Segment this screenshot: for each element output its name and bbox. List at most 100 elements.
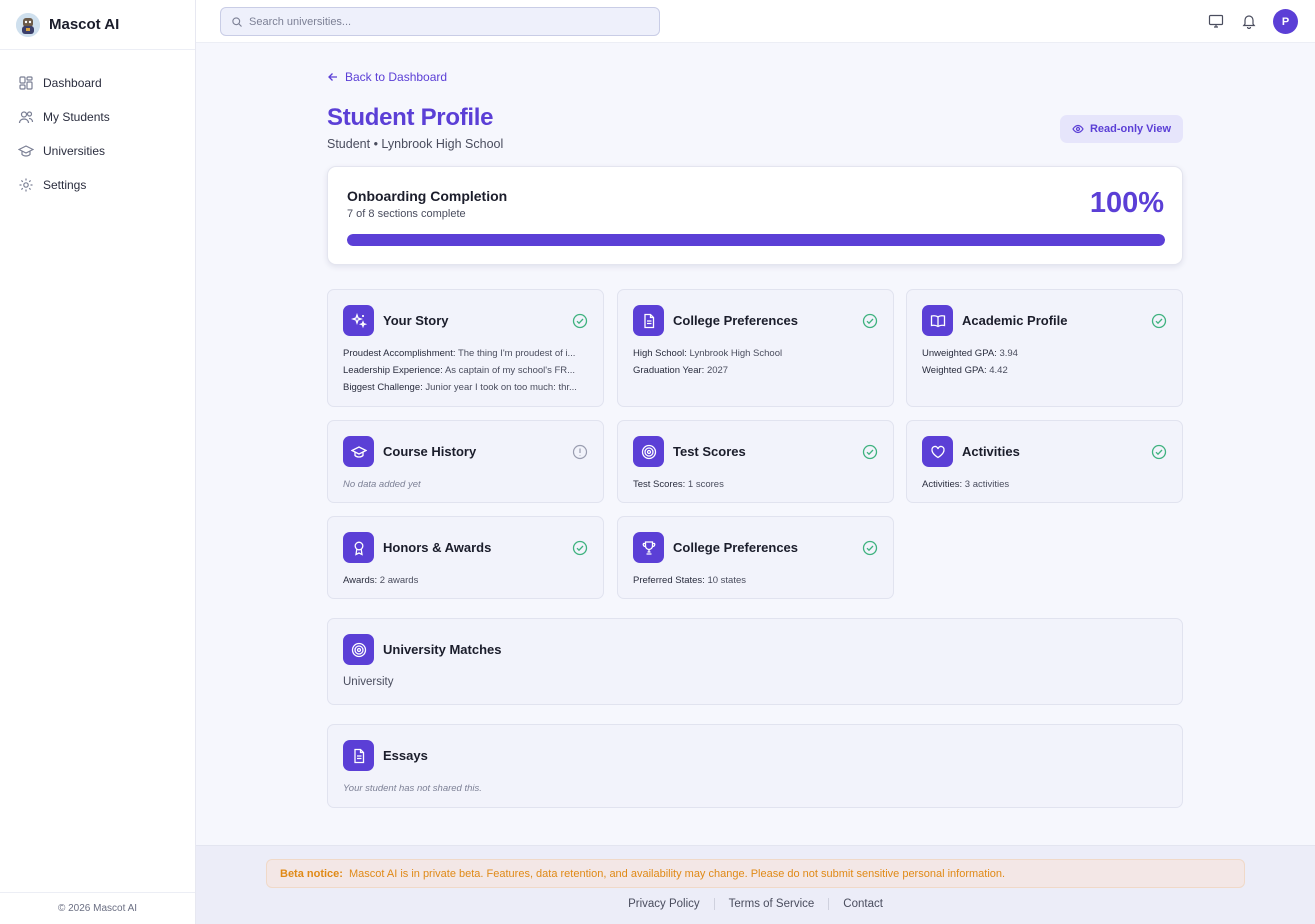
card-details: Proudest Accomplishment: The thing I'm p… [343,345,588,396]
mascot-logo-icon [16,12,40,37]
gear-icon [18,177,34,193]
essays-card[interactable]: Essays Your student has not shared this. [327,724,1183,808]
card-details: Activities: 3 activities [922,476,1167,493]
onboarding-progress-bar [347,234,1165,246]
card-title: College Preferences [673,540,799,555]
footer: Beta notice: Mascot AI is in private bet… [196,845,1315,924]
card-details: Preferred States: 10 states [633,572,878,589]
sidebar-item-label: My Students [43,110,110,124]
sidebar-item-label: Settings [43,178,87,192]
terms-of-service-link[interactable]: Terms of Service [729,898,815,910]
detail-value: Junior year I took on too much: thr... [425,382,577,393]
detail-value: 3 activities [964,479,1010,490]
sidebar-item-label: Universities [43,144,106,158]
sidebar-item-settings[interactable]: Settings [0,168,195,202]
heart-icon [922,436,953,467]
sidebar-item-label: Dashboard [43,76,102,90]
card-title: Essays [383,748,428,763]
detail-line: Unweighted GPA: 3.94 [922,345,1167,362]
your-story-card[interactable]: Your Story Proudest Accomplishment: The … [327,289,604,407]
course-history-card[interactable]: Course History No data added yet [327,420,604,503]
read-only-label: Read-only View [1089,123,1172,135]
card-title: Your Story [383,313,449,328]
avatar[interactable]: P [1273,9,1298,34]
detail-value: 2 awards [379,575,419,586]
onboarding-percent: 100% [1089,187,1164,219]
book-open-icon [922,305,953,336]
detail-key: Proudest Accomplishment: [343,348,456,359]
detail-line: Activities: 3 activities [922,476,1167,493]
empty-state: Your student has not shared this. [343,783,482,794]
search-bar[interactable] [220,7,660,36]
search-input[interactable] [249,15,649,28]
bell-icon[interactable] [1241,13,1257,29]
detail-key: Biggest Challenge: [343,382,423,393]
detail-value: Lynbrook High School [689,348,783,359]
footer-links: Privacy Policy Terms of Service Contact [196,898,1315,910]
honors-awards-card[interactable]: Honors & Awards Awards: 2 awards [327,516,604,599]
card-details: No data added yet [343,476,588,493]
card-details: University [343,676,1167,688]
detail-line: Weighted GPA: 4.42 [922,362,1167,379]
users-icon [18,109,34,125]
app-name: Mascot AI [49,16,120,33]
graduation-cap-icon [343,436,374,467]
sidebar-item-dashboard[interactable]: Dashboard [0,66,195,100]
back-label: Back to Dashboard [345,70,448,84]
sidebar: Mascot AI Dashboard My Students Universi… [0,0,196,924]
detail-line: Graduation Year: 2027 [633,362,878,379]
detail-key: Awards: [343,575,378,586]
detail-line: Preferred States: 10 states [633,572,878,589]
empty-state: No data added yet [343,479,421,490]
detail-key: Weighted GPA: [922,365,987,376]
detail-key: Graduation Year: [633,365,705,376]
beta-text: Mascot AI is in private beta. Features, … [348,867,1006,880]
divider [713,898,715,910]
card-title: Academic Profile [962,313,1068,328]
detail-line: Test Scores: 1 scores [633,476,878,493]
detail-line: High School: Lynbrook High School [633,345,878,362]
activities-card[interactable]: Activities Activities: 3 activities [906,420,1183,503]
trophy-icon [633,532,664,563]
detail-key: High School: [633,348,687,359]
check-circle-icon [862,313,878,329]
dashboard-icon [18,75,34,91]
detail-line: Proudest Accomplishment: The thing I'm p… [343,345,588,362]
detail-value: 3.94 [999,348,1018,359]
privacy-policy-link[interactable]: Privacy Policy [628,898,700,910]
detail-line: Awards: 2 awards [343,572,588,589]
check-circle-icon [572,313,588,329]
sidebar-item-my-students[interactable]: My Students [0,100,195,134]
check-circle-icon [1151,444,1167,460]
card-details: Test Scores: 1 scores [633,476,878,493]
college-preferences-card-2[interactable]: College Preferences Preferred States: 10… [617,516,894,599]
college-preferences-card[interactable]: College Preferences High School: Lynbroo… [617,289,894,407]
back-to-dashboard-link[interactable]: Back to Dashboard [327,70,447,84]
beta-label: Beta notice: [280,867,343,880]
document-icon [633,305,664,336]
page-title: Student Profile [327,104,494,131]
search-icon [231,16,243,28]
page-subtitle: Student • Lynbrook High School [327,137,504,151]
brand[interactable]: Mascot AI [0,0,195,50]
university-matches-card[interactable]: University Matches University [327,618,1183,705]
card-details: Awards: 2 awards [343,572,588,589]
detail-value: 4.42 [989,365,1008,376]
sidebar-item-universities[interactable]: Universities [0,134,195,168]
read-only-badge: Read-only View [1060,115,1183,143]
card-title: College Preferences [673,313,799,328]
test-scores-card[interactable]: Test Scores Test Scores: 1 scores [617,420,894,503]
academic-profile-card[interactable]: Academic Profile Unweighted GPA: 3.94 We… [906,289,1183,407]
sidebar-nav: Dashboard My Students Universities Setti… [0,50,195,202]
detail-line: Biggest Challenge: Junior year I took on… [343,379,588,396]
onboarding-progress-fill [347,234,1165,246]
onboarding-summary: 7 of 8 sections complete [347,208,466,220]
onboarding-title: Onboarding Completion [347,188,508,204]
monitor-icon[interactable] [1208,13,1224,29]
detail-value: 2027 [706,365,729,376]
detail-value: The thing I'm proudest of i... [457,348,576,359]
detail-key: Unweighted GPA: [922,348,997,359]
card-details: Unweighted GPA: 3.94 Weighted GPA: 4.42 [922,345,1167,379]
card-details: High School: Lynbrook High School Gradua… [633,345,878,379]
contact-link[interactable]: Contact [843,898,883,910]
